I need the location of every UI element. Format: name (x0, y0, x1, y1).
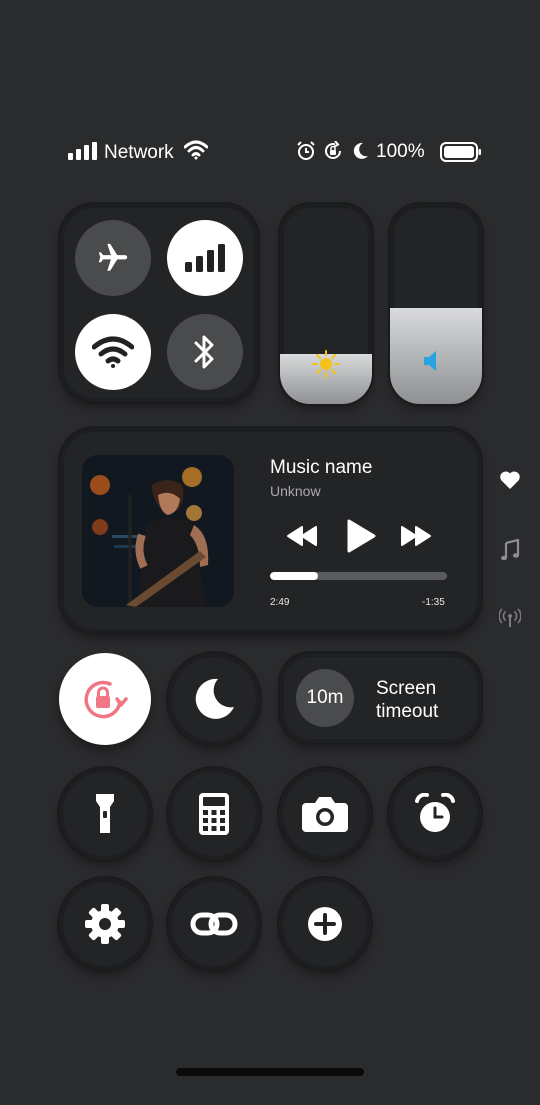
camera-button[interactable] (279, 768, 371, 860)
battery-icon (440, 142, 481, 162)
volume-slider[interactable] (390, 204, 482, 404)
battery-percent: 100% (376, 141, 425, 162)
signal-bars-icon (68, 142, 97, 160)
alarm-icon (297, 141, 315, 160)
moon-icon (195, 678, 234, 719)
home-indicator[interactable] (176, 1068, 364, 1076)
airplane-icon (98, 243, 128, 271)
cellular-icon (185, 244, 225, 272)
settings-button[interactable] (59, 878, 151, 970)
heart-icon[interactable] (499, 470, 521, 490)
gear-icon (85, 904, 125, 944)
status-bar: Network 100% (0, 138, 540, 166)
wifi-icon (184, 140, 208, 160)
wifi-icon (92, 336, 134, 368)
connectivity-panel (60, 204, 258, 402)
bluetooth-icon (194, 335, 214, 369)
bluetooth-toggle[interactable] (167, 314, 243, 390)
speaker-icon (424, 351, 436, 371)
track-title: Music name (270, 457, 373, 478)
flashlight-icon (96, 794, 114, 833)
rotation-lock-icon (325, 141, 341, 159)
playback-progress-bar[interactable] (270, 572, 447, 580)
wifi-toggle[interactable] (75, 314, 151, 390)
brightness-slider[interactable] (280, 204, 372, 404)
link-button[interactable] (168, 878, 260, 970)
calculator-icon (199, 793, 229, 835)
album-art (82, 455, 234, 607)
airplane-mode-toggle[interactable] (75, 220, 151, 296)
performer-photo (82, 455, 234, 607)
brightness-level (280, 350, 372, 404)
alarm-clock-icon (415, 793, 455, 832)
sun-icon (312, 350, 340, 378)
remaining-time: -1:35 (422, 597, 445, 608)
rewind-button[interactable] (286, 525, 318, 547)
volume-level (390, 308, 482, 404)
moon-icon (353, 142, 368, 159)
network-label: Network (104, 142, 174, 163)
screen-timeout-button[interactable]: 10m Screen timeout (280, 653, 481, 743)
music-note-icon[interactable] (500, 539, 520, 561)
add-control-button[interactable] (279, 878, 371, 970)
rotation-lock-toggle[interactable] (59, 653, 151, 745)
rotation-lock-icon (84, 680, 128, 719)
elapsed-time: 2:49 (270, 597, 290, 608)
cellular-data-toggle[interactable] (167, 220, 243, 296)
track-artist: Unknow (270, 483, 321, 499)
calculator-button[interactable] (168, 768, 260, 860)
screen-timeout-value: 10m (296, 669, 354, 727)
flashlight-button[interactable] (59, 768, 151, 860)
alarm-button[interactable] (389, 768, 481, 860)
broadcast-icon[interactable] (499, 608, 521, 628)
camera-icon (302, 797, 348, 832)
plus-circle-icon (308, 907, 342, 941)
do-not-disturb-toggle[interactable] (168, 653, 260, 745)
fast-forward-button[interactable] (400, 525, 432, 547)
playback-progress-fill (270, 572, 318, 580)
screen-timeout-label: Screen timeout (376, 678, 439, 722)
play-button[interactable] (345, 518, 377, 554)
link-icon (190, 912, 238, 936)
